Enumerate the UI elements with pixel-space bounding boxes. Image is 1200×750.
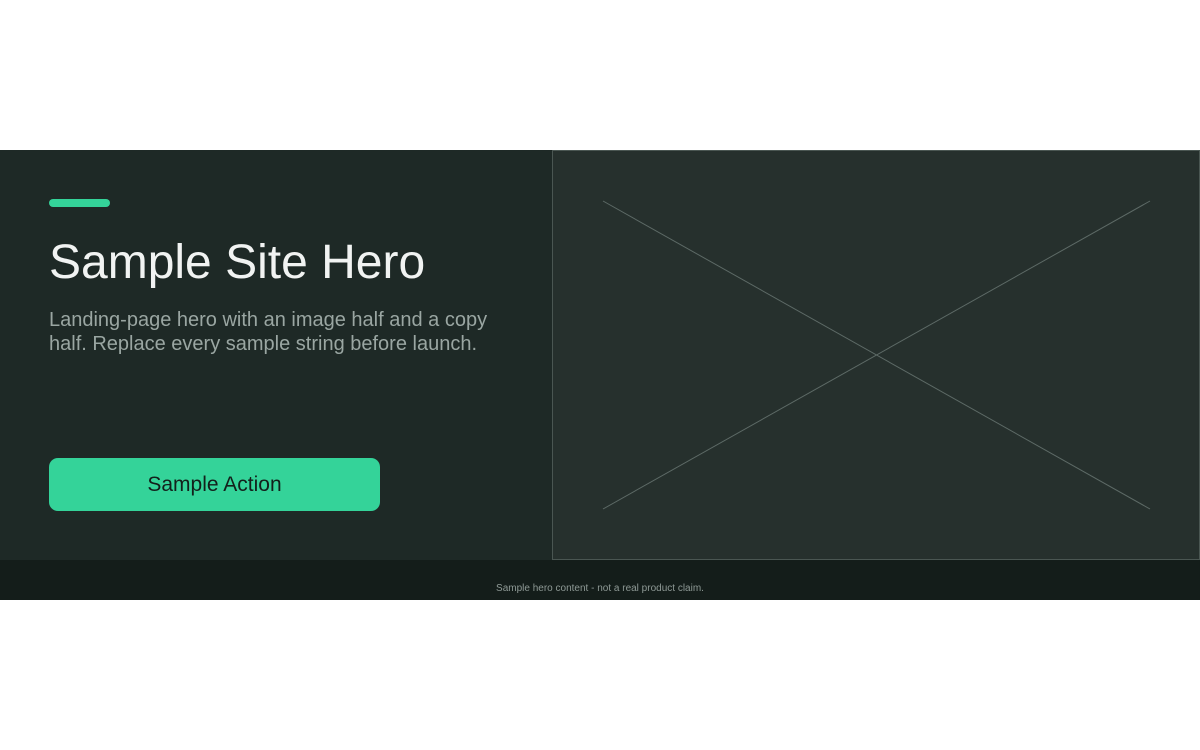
hero-title: Sample Site Hero bbox=[49, 236, 426, 289]
accent-bar bbox=[49, 199, 110, 207]
hero-copy: Sample Site Hero Landing-page hero with … bbox=[0, 150, 552, 560]
image-placeholder-cross-icon bbox=[602, 200, 1151, 510]
hero-image-placeholder bbox=[552, 150, 1200, 560]
hero-footer: Sample hero content - not a real product… bbox=[0, 560, 1200, 600]
hero-subtitle: Landing-page hero with an image half and… bbox=[49, 309, 488, 355]
cta-button[interactable]: Sample Action bbox=[49, 458, 380, 511]
hero-section: Sample Site Hero Landing-page hero with … bbox=[0, 150, 1200, 560]
footer-disclaimer: Sample hero content - not a real product… bbox=[496, 582, 704, 594]
